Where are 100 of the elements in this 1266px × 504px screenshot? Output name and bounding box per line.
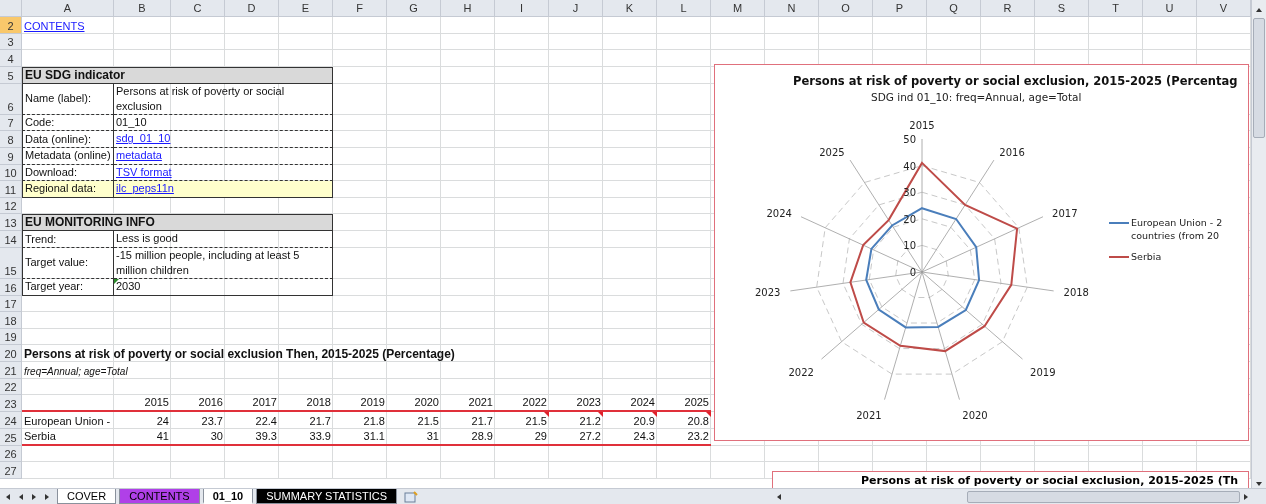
column-header[interactable]: E xyxy=(279,0,333,17)
column-header[interactable]: C xyxy=(171,0,225,17)
next-sheet-icon[interactable] xyxy=(30,492,38,501)
data-link[interactable]: TSV format xyxy=(116,164,172,180)
column-header[interactable]: V xyxy=(1197,0,1251,17)
row-header[interactable]: 4 xyxy=(0,50,22,67)
scroll-left-icon[interactable] xyxy=(775,492,783,501)
column-header[interactable]: T xyxy=(1089,0,1143,17)
field-value: Less is good xyxy=(114,231,333,248)
table-cell: 20.9 xyxy=(603,412,657,429)
column-header[interactable]: N xyxy=(765,0,819,17)
field-label: Data (online): xyxy=(22,131,114,148)
sheet-tab[interactable]: CONTENTS xyxy=(119,489,200,504)
table-cell-text: 22.4 xyxy=(254,413,278,429)
category-label: 2023 xyxy=(755,287,781,299)
scrollbar-thumb[interactable] xyxy=(967,490,1240,503)
section-header: EU MONITORING INFO xyxy=(22,214,333,232)
tick-label: 20 xyxy=(903,213,916,225)
chart-subtitle: SDG ind 01_10: freq=Annual, age=Total xyxy=(871,91,1083,103)
sheet-tab[interactable]: COVER xyxy=(57,489,117,504)
table-subtitle: freq=Annual; age=Total xyxy=(23,364,129,379)
sheet-tab[interactable]: 01_10 xyxy=(202,489,254,504)
table-cell: 20.8 xyxy=(657,412,711,429)
table-title: Persons at risk of poverty or social exclusion Then, 2015-2025 (Percentage) xyxy=(23,345,456,362)
contents-link[interactable]: CONTENTS xyxy=(24,18,85,34)
column-header[interactable]: S xyxy=(1035,0,1089,17)
category-label: 2019 xyxy=(1030,366,1056,378)
row-header[interactable]: 24 xyxy=(0,412,22,429)
column-header[interactable]: P xyxy=(873,0,927,17)
sheet-tab[interactable]: SUMMARY STATISTICS xyxy=(256,489,398,504)
column-header[interactable]: R xyxy=(981,0,1035,17)
table-cell-text: 24 xyxy=(155,413,170,429)
category-label: 2022 xyxy=(788,366,814,378)
column-header[interactable]: M xyxy=(711,0,765,17)
table-cell-text: 21.7 xyxy=(308,413,332,429)
tick-label: 40 xyxy=(903,160,916,172)
field-label: Name (label): xyxy=(22,83,114,115)
tick-label: 50 xyxy=(903,134,916,145)
table-cell-text: 21.8 xyxy=(362,413,386,429)
scrollbar-thumb[interactable] xyxy=(1253,18,1265,138)
scroll-up-icon[interactable] xyxy=(1255,6,1263,14)
row-header[interactable]: 15 xyxy=(0,247,22,279)
row-header[interactable]: 11 xyxy=(0,181,22,198)
column-header[interactable]: J xyxy=(549,0,603,17)
vertical-scrollbar[interactable] xyxy=(1251,0,1266,488)
legend-label: Serbia xyxy=(1131,250,1163,263)
legend-label: European Union - 2 countries (from 20 xyxy=(1131,216,1223,242)
field-value: -15 million people, including at least 5 million children xyxy=(114,247,333,279)
row-header[interactable]: 14 xyxy=(0,231,22,248)
column-header[interactable]: G xyxy=(387,0,441,17)
category-label: 2017 xyxy=(1052,207,1078,219)
row-header[interactable]: 20 xyxy=(0,345,22,362)
last-sheet-icon[interactable] xyxy=(43,492,51,501)
table-cell-text: 21.7 xyxy=(470,413,494,429)
data-link[interactable]: sdg_01_10 xyxy=(116,131,171,147)
previous-sheet-icon[interactable] xyxy=(17,492,25,501)
field-label: Trend: xyxy=(22,231,114,248)
column-header[interactable]: H xyxy=(441,0,495,17)
column-header[interactable]: O xyxy=(819,0,873,17)
column-header[interactable]: D xyxy=(225,0,279,17)
field-label: Regional data: xyxy=(22,181,114,198)
category-label: 2018 xyxy=(1063,287,1089,299)
table-cell: 21.5 xyxy=(495,412,549,429)
row-header[interactable]: 2 xyxy=(0,17,22,34)
category-label: 2024 xyxy=(766,207,792,219)
category-label: 2015 xyxy=(909,120,935,131)
row-header[interactable]: 23 xyxy=(0,395,22,413)
category-label: 2025 xyxy=(819,146,845,158)
field-value: 2030 xyxy=(114,278,333,296)
column-header[interactable]: L xyxy=(657,0,711,17)
table-cell-text: 23.7 xyxy=(200,413,224,429)
category-label: 2016 xyxy=(999,146,1025,158)
field-label: Metadata (online) xyxy=(22,147,114,165)
field-label: Target value: xyxy=(22,247,114,279)
row-header[interactable]: 27 xyxy=(0,462,22,479)
column-header[interactable]: K xyxy=(603,0,657,17)
row-header[interactable]: 18 xyxy=(0,312,22,329)
scroll-right-icon[interactable] xyxy=(1242,492,1250,501)
field-value: Persons at risk of poverty or social exclusion xyxy=(114,83,333,115)
table-cell: 21.2 xyxy=(549,412,603,429)
chart-title: Persons at risk of poverty or social exclusion, 2015-2025 (Percentag xyxy=(793,74,1239,88)
row-header[interactable]: 13 xyxy=(0,214,22,232)
column-header[interactable]: Q xyxy=(927,0,981,17)
column-header[interactable]: F xyxy=(333,0,387,17)
category-label: 2020 xyxy=(962,410,988,422)
field-label: Target year: xyxy=(22,278,114,296)
chart-title: Persons at risk of poverty or social exclusion, 2015-2025 (Th xyxy=(861,474,1240,487)
row-label: European Union - xyxy=(23,413,112,429)
row-header[interactable]: 6 xyxy=(0,83,22,115)
column-header[interactable]: B xyxy=(114,0,171,17)
data-link[interactable]: metadata xyxy=(116,147,162,163)
tick-label: 10 xyxy=(903,240,916,252)
column-header[interactable]: I xyxy=(495,0,549,17)
tick-label: 0 xyxy=(909,267,916,278)
table-cell-text: 21.5 xyxy=(416,413,440,429)
column-header[interactable]: A xyxy=(22,0,114,17)
tick-label: 30 xyxy=(903,187,916,199)
row-header[interactable]: 8 xyxy=(0,131,22,148)
column-header[interactable]: U xyxy=(1143,0,1197,17)
first-sheet-icon[interactable] xyxy=(4,492,12,501)
